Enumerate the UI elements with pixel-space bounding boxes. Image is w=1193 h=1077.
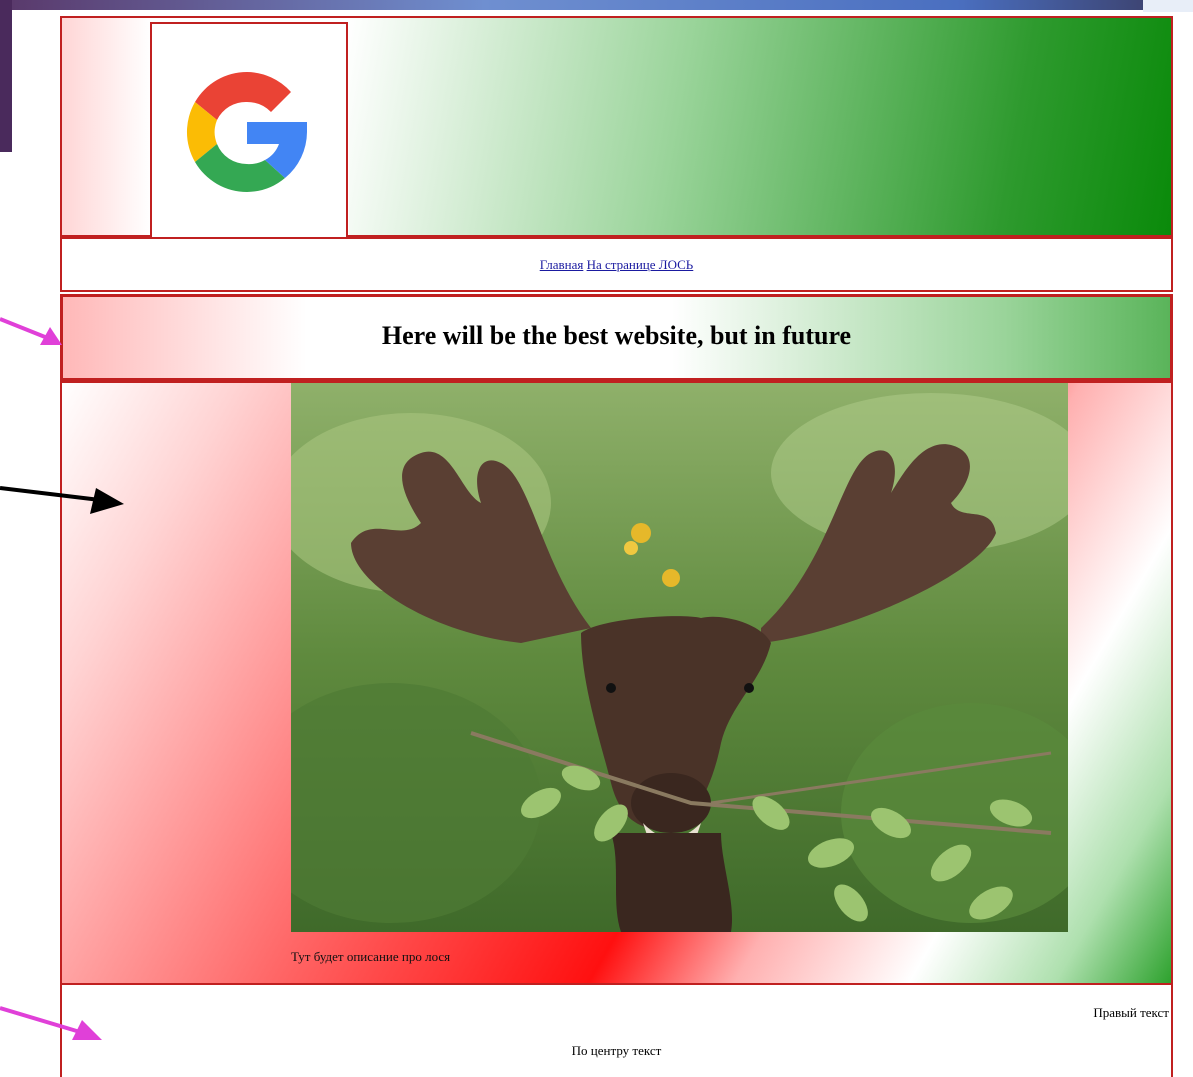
slide-corner-decoration xyxy=(0,0,12,152)
magenta-arrow-banner-icon xyxy=(0,317,62,345)
header-gradient xyxy=(349,18,1171,235)
slide-top-strip xyxy=(12,0,1193,10)
google-g-logo-icon xyxy=(186,71,307,193)
footer-center-text: По центру текст xyxy=(571,1043,662,1058)
footer: Правый текст По центру текст xyxy=(60,983,1173,1077)
banner: Here will be the best website, but in fu… xyxy=(60,294,1173,381)
banner-title: Here will be the best website, but in fu… xyxy=(381,321,852,350)
moose-caption: Тут будет описание про лося xyxy=(291,949,451,964)
slide-top-strip-tab xyxy=(1143,0,1193,12)
main-content: Тут будет описание про лося xyxy=(60,381,1173,985)
nav-link-home[interactable]: Главная xyxy=(540,257,584,272)
magenta-arrow-footer-icon xyxy=(0,1006,102,1040)
footer-right-text: Правый текст xyxy=(1093,1005,1169,1020)
nav-link-moose[interactable]: На странице ЛОСЬ xyxy=(587,257,694,272)
nav-bar: Главная На странице ЛОСЬ xyxy=(60,237,1173,292)
logo-box xyxy=(150,22,348,240)
black-arrow-main-icon xyxy=(0,486,124,514)
website-page: Главная На странице ЛОСЬ Here will be th… xyxy=(60,12,1173,1077)
moose-photo xyxy=(291,383,1068,932)
header xyxy=(60,16,1173,240)
moose-image xyxy=(291,383,1068,932)
